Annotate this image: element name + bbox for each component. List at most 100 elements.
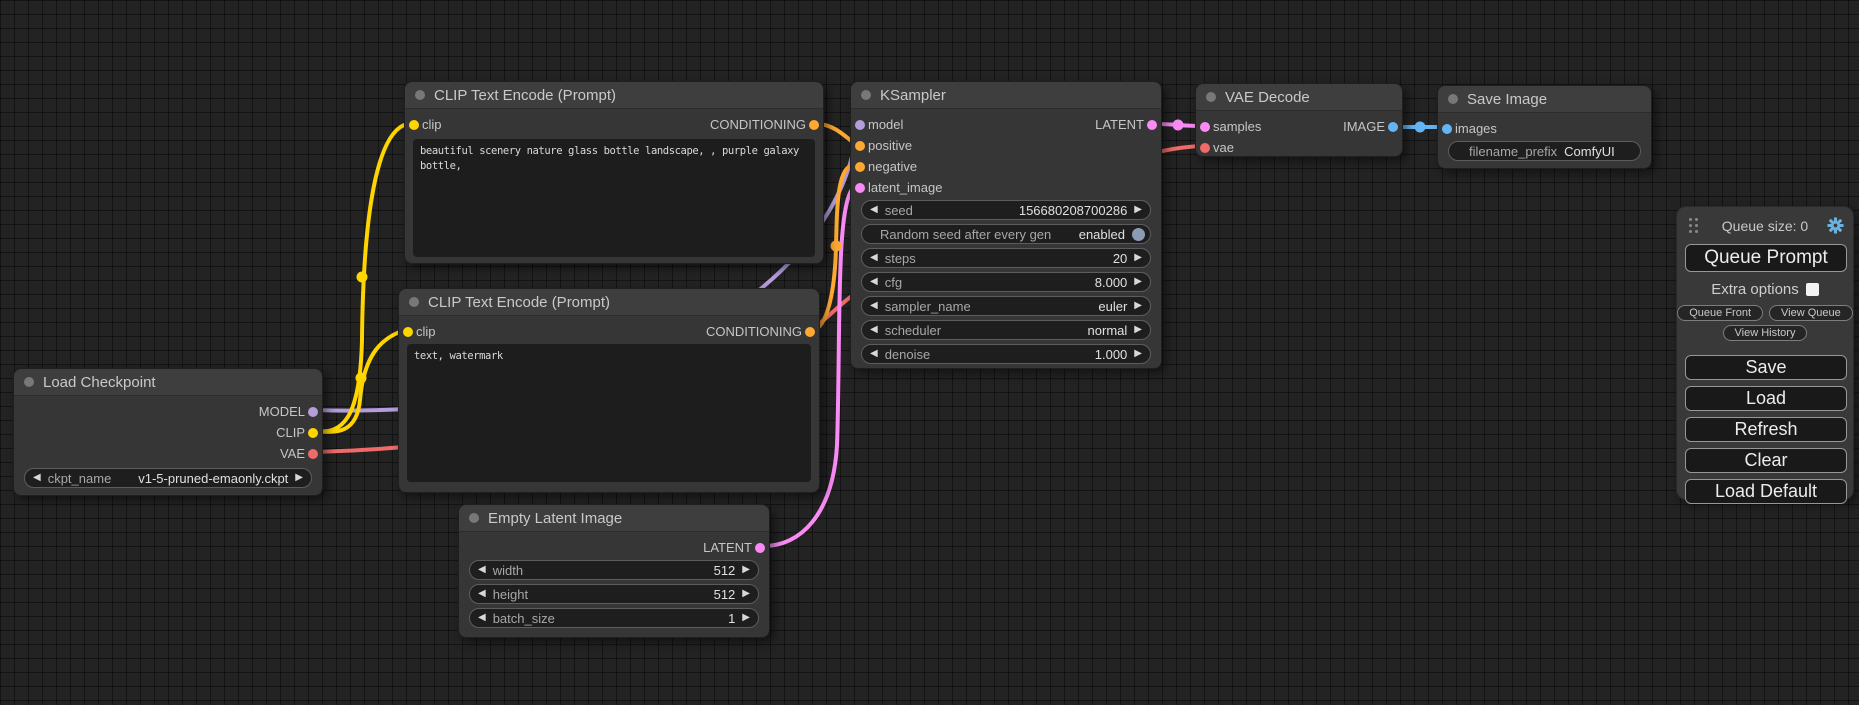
output-label: CLIP [276, 425, 305, 440]
widget-label: Random seed after every gen [880, 227, 1051, 242]
prev-arrow-icon[interactable]: ◀ [870, 325, 878, 335]
link-midpoint-dot[interactable] [831, 241, 842, 252]
collapse-dot-icon[interactable] [1206, 92, 1216, 102]
widget-value: 512 [714, 563, 736, 578]
output-port-clip[interactable] [308, 428, 318, 438]
node-title-bar[interactable]: KSampler [851, 82, 1161, 109]
input-port-samples[interactable] [1200, 122, 1210, 132]
queue-prompt-button[interactable]: Queue Prompt [1685, 244, 1847, 272]
input-label: images [1455, 121, 1497, 136]
prev-arrow-icon[interactable]: ◀ [478, 589, 486, 599]
widget-scheduler[interactable]: ◀ scheduler normal ▶ [861, 320, 1151, 340]
settings-gear-icon[interactable] [1827, 217, 1844, 234]
drag-handle-icon[interactable] [1689, 218, 1692, 221]
node-title-bar[interactable]: CLIP Text Encode (Prompt) [405, 82, 823, 109]
collapse-dot-icon[interactable] [24, 377, 34, 387]
input-port-clip[interactable] [409, 120, 419, 130]
next-arrow-icon[interactable]: ▶ [295, 473, 303, 483]
extra-options-row: Extra options [1677, 281, 1853, 298]
input-port-model[interactable] [855, 120, 865, 130]
next-arrow-icon[interactable]: ▶ [1134, 253, 1142, 263]
node-graph-canvas[interactable]: Load Checkpoint MODEL CLIP VAE ◀ ckpt_na… [0, 0, 1859, 705]
input-port-positive[interactable] [855, 141, 865, 151]
next-arrow-icon[interactable]: ▶ [1134, 277, 1142, 287]
prev-arrow-icon[interactable]: ◀ [870, 301, 878, 311]
view-history-button[interactable]: View History [1723, 325, 1808, 341]
prev-arrow-icon[interactable]: ◀ [870, 253, 878, 263]
input-label: clip [416, 324, 436, 339]
queue-front-button[interactable]: Queue Front [1677, 305, 1763, 321]
output-port-conditioning[interactable] [805, 327, 815, 337]
link-midpoint-dot[interactable] [356, 373, 367, 384]
prev-arrow-icon[interactable]: ◀ [33, 473, 41, 483]
refresh-button[interactable]: Refresh [1685, 417, 1847, 442]
widget-ckpt-name[interactable]: ◀ ckpt_name v1-5-pruned-emaonly.ckpt ▶ [24, 468, 312, 488]
next-arrow-icon[interactable]: ▶ [1134, 205, 1142, 215]
output-port-model[interactable] [308, 407, 318, 417]
widget-steps[interactable]: ◀ steps 20 ▶ [861, 248, 1151, 268]
load-button[interactable]: Load [1685, 386, 1847, 411]
widget-height[interactable]: ◀ height 512 ▶ [469, 584, 759, 604]
next-arrow-icon[interactable]: ▶ [1134, 349, 1142, 359]
next-arrow-icon[interactable]: ▶ [742, 589, 750, 599]
output-label: MODEL [259, 404, 305, 419]
widget-filename-prefix[interactable]: filename_prefix ComfyUI [1448, 141, 1641, 161]
widget-sampler-name[interactable]: ◀ sampler_name euler ▶ [861, 296, 1151, 316]
slot-row: positive [851, 135, 1161, 156]
collapse-dot-icon[interactable] [415, 90, 425, 100]
node-title-bar[interactable]: Empty Latent Image [459, 505, 769, 532]
output-label: CONDITIONING [710, 117, 806, 132]
widget-batch-size[interactable]: ◀ batch_size 1 ▶ [469, 608, 759, 628]
widget-width[interactable]: ◀ width 512 ▶ [469, 560, 759, 580]
prev-arrow-icon[interactable]: ◀ [870, 277, 878, 287]
link-midpoint-dot[interactable] [1415, 122, 1426, 133]
prev-arrow-icon[interactable]: ◀ [478, 565, 486, 575]
next-arrow-icon[interactable]: ▶ [742, 613, 750, 623]
widget-value: 8.000 [1095, 275, 1128, 290]
output-port-latent[interactable] [1147, 120, 1157, 130]
node-clip-text-encode-negative: CLIP Text Encode (Prompt) clip CONDITION… [398, 288, 820, 493]
next-arrow-icon[interactable]: ▶ [1134, 325, 1142, 335]
input-port-latent-image[interactable] [855, 183, 865, 193]
widget-seed[interactable]: ◀ seed 156680208700286 ▶ [861, 200, 1151, 220]
node-vae-decode: VAE Decode samples IMAGE vae [1195, 83, 1403, 157]
collapse-dot-icon[interactable] [1448, 94, 1458, 104]
output-label: LATENT [1095, 117, 1144, 132]
input-port-clip[interactable] [403, 327, 413, 337]
node-ksampler: KSampler model LATENT positive negative … [850, 81, 1162, 369]
collapse-dot-icon[interactable] [469, 513, 479, 523]
save-button[interactable]: Save [1685, 355, 1847, 380]
prev-arrow-icon[interactable]: ◀ [870, 349, 878, 359]
clear-button[interactable]: Clear [1685, 448, 1847, 473]
prompt-textarea[interactable]: beautiful scenery nature glass bottle la… [413, 139, 815, 257]
node-title-bar[interactable]: Save Image [1438, 86, 1651, 113]
widget-value: 512 [714, 587, 736, 602]
prev-arrow-icon[interactable]: ◀ [870, 205, 878, 215]
collapse-dot-icon[interactable] [409, 297, 419, 307]
view-queue-button[interactable]: View Queue [1769, 305, 1853, 321]
node-title-bar[interactable]: Load Checkpoint [14, 369, 322, 396]
node-title: KSampler [880, 87, 946, 104]
input-port-vae[interactable] [1200, 143, 1210, 153]
prev-arrow-icon[interactable]: ◀ [478, 613, 486, 623]
input-port-negative[interactable] [855, 162, 865, 172]
widget-random-seed-toggle[interactable]: Random seed after every gen enabled [861, 224, 1151, 244]
widget-denoise[interactable]: ◀ denoise 1.000 ▶ [861, 344, 1151, 364]
link-midpoint-dot[interactable] [1173, 120, 1184, 131]
prompt-textarea[interactable]: text, watermark [407, 344, 811, 482]
toggle-enabled-icon[interactable] [1132, 228, 1145, 241]
link-midpoint-dot[interactable] [357, 272, 368, 283]
widget-cfg[interactable]: ◀ cfg 8.000 ▶ [861, 272, 1151, 292]
output-port-image[interactable] [1388, 122, 1398, 132]
collapse-dot-icon[interactable] [861, 90, 871, 100]
extra-options-checkbox[interactable] [1806, 283, 1819, 296]
node-title-bar[interactable]: VAE Decode [1196, 84, 1402, 111]
load-default-button[interactable]: Load Default [1685, 479, 1847, 504]
output-port-latent[interactable] [755, 543, 765, 553]
input-port-images[interactable] [1442, 124, 1452, 134]
node-title-bar[interactable]: CLIP Text Encode (Prompt) [399, 289, 819, 316]
next-arrow-icon[interactable]: ▶ [742, 565, 750, 575]
output-port-vae[interactable] [308, 449, 318, 459]
output-port-conditioning[interactable] [809, 120, 819, 130]
next-arrow-icon[interactable]: ▶ [1134, 301, 1142, 311]
